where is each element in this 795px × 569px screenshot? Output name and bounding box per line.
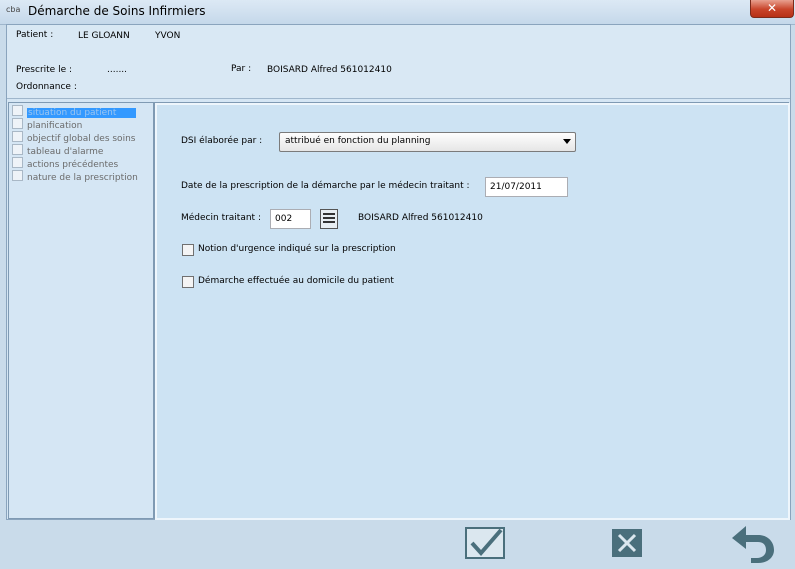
patient-label: Patient : bbox=[16, 30, 54, 40]
tree-checkbox[interactable] bbox=[12, 170, 23, 181]
main-window: Patient : LE GLOANN YVON Prescrite le : … bbox=[6, 24, 791, 520]
patient-firstname: YVON bbox=[155, 31, 181, 41]
tree-checkbox[interactable] bbox=[12, 105, 23, 116]
tree-item-label: planification bbox=[27, 121, 83, 131]
doctor-picker-button[interactable] bbox=[320, 209, 338, 229]
tree-item-alarme[interactable]: tableau d'alarme bbox=[12, 144, 104, 157]
date-label: Date de la prescription de la démarche p… bbox=[181, 181, 470, 191]
tree-item-label: tableau d'alarme bbox=[27, 147, 104, 157]
app-icon: cba bbox=[6, 5, 21, 14]
tree-checkbox[interactable] bbox=[12, 118, 23, 129]
date-input[interactable]: 21/07/2011 bbox=[485, 177, 568, 197]
domicile-label: Démarche effectuée au domicile du patien… bbox=[198, 276, 394, 286]
validate-button[interactable] bbox=[465, 527, 505, 562]
patient-header: Patient : LE GLOANN YVON Prescrite le : … bbox=[7, 25, 790, 99]
tree-item-label: nature de la prescription bbox=[27, 173, 138, 183]
par-label: Par : bbox=[231, 64, 252, 74]
prescrite-label: Prescrite le : bbox=[16, 65, 73, 75]
back-button[interactable] bbox=[730, 524, 776, 567]
title-bar: cba Démarche de Soins Infirmiers ✕ bbox=[0, 0, 795, 25]
section-tree: situation du patient planification objec… bbox=[8, 102, 154, 519]
tree-item-nature[interactable]: nature de la prescription bbox=[12, 170, 138, 183]
tree-item-actions[interactable]: actions précédentes bbox=[12, 157, 119, 170]
cancel-icon bbox=[612, 529, 642, 557]
dsi-select-value: attribué en fonction du planning bbox=[285, 136, 431, 146]
tree-item-label: situation du patient bbox=[27, 108, 137, 118]
close-button[interactable]: ✕ bbox=[750, 0, 794, 18]
ordonnance-label: Ordonnance : bbox=[16, 82, 77, 92]
medecin-label: Médecin traitant : bbox=[181, 213, 261, 223]
urgence-label: Notion d'urgence indiqué sur la prescrip… bbox=[198, 244, 396, 254]
tree-item-situation[interactable]: situation du patient bbox=[12, 105, 137, 118]
tree-checkbox[interactable] bbox=[12, 157, 23, 168]
dsi-select[interactable]: attribué en fonction du planning bbox=[279, 132, 576, 152]
tree-checkbox[interactable] bbox=[12, 144, 23, 155]
form-panel-inner: DSI élaborée par : attribué en fonction … bbox=[155, 103, 790, 520]
urgence-checkbox[interactable] bbox=[182, 244, 194, 256]
medecin-name: BOISARD Alfred 561012410 bbox=[358, 213, 483, 223]
form-panel: DSI élaborée par : attribué en fonction … bbox=[154, 102, 790, 520]
tree-item-label: actions précédentes bbox=[27, 160, 119, 170]
chevron-down-icon bbox=[563, 139, 571, 144]
tree-item-label: objectif global des soins bbox=[27, 134, 136, 144]
tree-item-planification[interactable]: planification bbox=[12, 118, 83, 131]
patient-name: LE GLOANN bbox=[78, 31, 130, 41]
tree-checkbox[interactable] bbox=[12, 131, 23, 142]
medecin-code-value: 002 bbox=[275, 214, 293, 224]
validate-icon bbox=[465, 527, 505, 559]
dsi-label: DSI élaborée par : bbox=[181, 136, 263, 146]
window-title: Démarche de Soins Infirmiers bbox=[28, 4, 206, 18]
close-icon: ✕ bbox=[766, 1, 778, 15]
date-value: 21/07/2011 bbox=[490, 182, 542, 192]
domicile-checkbox[interactable] bbox=[182, 276, 194, 288]
back-icon bbox=[732, 526, 774, 563]
tree-item-objectif[interactable]: objectif global des soins bbox=[12, 131, 136, 144]
prescrite-value: ....... bbox=[107, 65, 128, 75]
cancel-button[interactable] bbox=[611, 528, 643, 561]
medecin-code-input[interactable]: 002 bbox=[270, 209, 311, 229]
par-value: BOISARD Alfred 561012410 bbox=[267, 65, 392, 75]
